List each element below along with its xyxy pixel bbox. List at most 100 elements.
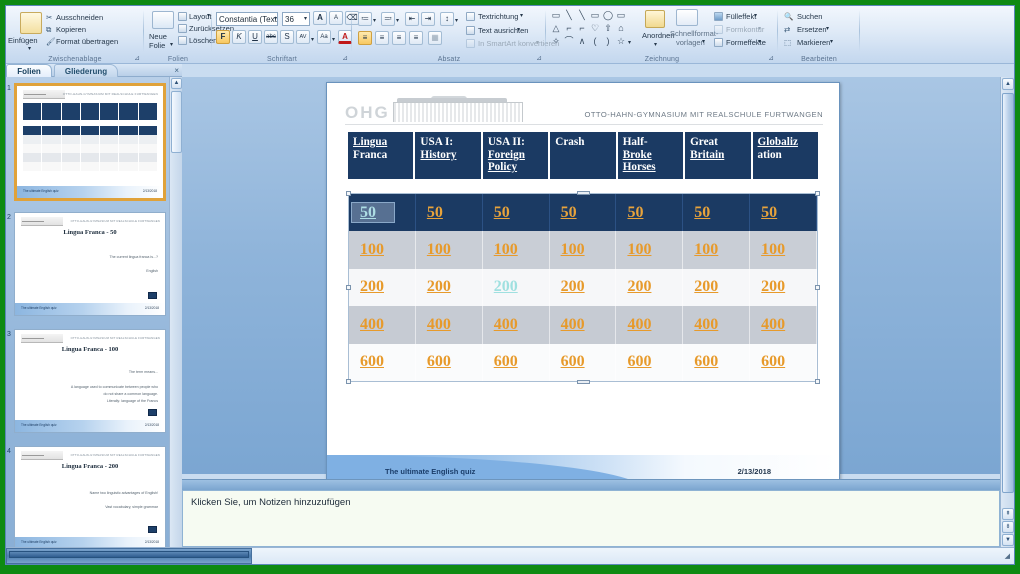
shapes-gallery-scroll-arrow[interactable]: ▾ bbox=[628, 39, 631, 48]
font-name-combo[interactable]: Constantia (Text( bbox=[216, 12, 278, 26]
score-cell-600-6[interactable]: 600 bbox=[683, 343, 751, 381]
change-case-button[interactable]: Aa bbox=[317, 30, 331, 44]
align-right-button[interactable]: ≡ bbox=[392, 31, 406, 45]
score-cell-100-6[interactable]: 100 bbox=[683, 231, 751, 269]
grid-handle-mr[interactable] bbox=[815, 284, 820, 290]
quick-styles-button[interactable] bbox=[676, 9, 698, 26]
quick-styles-label-1[interactable]: Schnellformat- bbox=[670, 29, 718, 38]
slide-thumbnail-4[interactable]: 4 OTTO-HAHN-GYMNASIUM MIT REALSCHULE FUR… bbox=[7, 446, 166, 547]
score-cell-600-5[interactable]: 600 bbox=[616, 343, 684, 381]
shape-roundrect-icon[interactable]: ▭ bbox=[615, 10, 627, 21]
score-cell-50-5[interactable]: 50 bbox=[616, 194, 684, 232]
score-cell-400-1[interactable]: 400 bbox=[349, 306, 416, 344]
previous-slide-icon[interactable]: ⇞ bbox=[1002, 508, 1014, 520]
character-spacing-arrow[interactable]: ▾ bbox=[311, 36, 314, 45]
paste-button[interactable] bbox=[20, 12, 42, 34]
shape-elbow2-icon[interactable]: ⌐ bbox=[576, 23, 588, 34]
score-cell-50-6[interactable]: 50 bbox=[683, 194, 751, 232]
shape-pentagon-icon[interactable]: ⌂ bbox=[615, 23, 627, 34]
score-cell-100-7[interactable]: 100 bbox=[750, 231, 818, 269]
text-direction-arrow[interactable]: ▾ bbox=[520, 12, 523, 21]
tab-gliederung[interactable]: Gliederung bbox=[54, 64, 118, 77]
shape-rect-icon[interactable]: ▭ bbox=[550, 10, 562, 21]
shape-lbrace-icon[interactable]: ( bbox=[589, 36, 601, 47]
new-slide-button[interactable] bbox=[152, 11, 174, 29]
tab-folien[interactable]: Folien bbox=[6, 64, 52, 77]
score-cell-400-5[interactable]: 400 bbox=[616, 306, 684, 344]
shape-elbow-icon[interactable]: ⌐ bbox=[563, 23, 575, 34]
score-cell-100-1[interactable]: 100 bbox=[349, 231, 416, 269]
line-spacing-arrow[interactable]: ▾ bbox=[455, 17, 458, 26]
grid-handle-tl[interactable] bbox=[346, 191, 351, 196]
character-spacing-button[interactable]: AV bbox=[296, 30, 310, 44]
score-cell-200-1[interactable]: 200 bbox=[349, 268, 416, 307]
paste-dropdown-arrow[interactable]: ▾ bbox=[28, 45, 31, 54]
bullets-button[interactable]: ≔ bbox=[358, 12, 372, 26]
grid-handle-tr[interactable] bbox=[815, 191, 820, 196]
shape-up-arrow-icon[interactable]: ⇧ bbox=[602, 23, 614, 34]
grid-handle-ml[interactable] bbox=[346, 284, 351, 290]
score-cell-50-3[interactable]: 50 bbox=[483, 194, 550, 232]
score-cell-600-1[interactable]: 600 bbox=[349, 343, 416, 381]
scroll-down-icon[interactable]: ▼ bbox=[1002, 534, 1014, 546]
score-cell-200-7[interactable]: 200 bbox=[750, 268, 818, 307]
align-left-button[interactable]: ≡ bbox=[358, 31, 372, 45]
next-slide-icon[interactable]: ⇟ bbox=[1002, 521, 1014, 533]
thumb-canvas-2[interactable]: OTTO-HAHN-GYMNASIUM MIT REALSCHULE FURTW… bbox=[14, 212, 166, 316]
strikethrough-button[interactable]: abc bbox=[264, 30, 278, 44]
grid-handle-top[interactable] bbox=[577, 191, 590, 195]
arrange-arrow[interactable]: ▾ bbox=[654, 41, 657, 50]
scroll-thumb[interactable] bbox=[1002, 93, 1014, 493]
slides-panel-scrollbar[interactable]: ▲ bbox=[169, 77, 182, 547]
format-painter-label[interactable]: Format übertragen bbox=[56, 37, 118, 46]
find-label[interactable]: Suchen bbox=[797, 12, 822, 21]
grid-handle-br[interactable] bbox=[815, 379, 820, 384]
close-panel-icon[interactable]: × bbox=[174, 66, 179, 75]
shape-star4-icon[interactable]: ✧ bbox=[550, 36, 562, 47]
slide-thumbnail-3[interactable]: 3 OTTO-HAHN-GYMNASIUM MIT REALSCHULE FUR… bbox=[7, 329, 166, 433]
status-bar-left-region[interactable] bbox=[6, 548, 252, 564]
shape-chevron-icon[interactable]: ∧ bbox=[576, 36, 588, 47]
columns-button[interactable]: ▦ bbox=[428, 31, 442, 45]
grid-handle-bl[interactable] bbox=[346, 379, 351, 384]
paste-label[interactable]: Einfügen bbox=[8, 36, 38, 45]
replace-label[interactable]: Ersetzen bbox=[797, 25, 827, 34]
increase-indent-button[interactable]: ⇥ bbox=[421, 12, 435, 26]
align-text-arrow[interactable]: ▾ bbox=[517, 26, 520, 35]
category-half-broke-horses[interactable]: Half- Broke Horses bbox=[617, 132, 684, 179]
select-arrow[interactable]: ▾ bbox=[830, 38, 833, 47]
paragraph-dialog-launcher[interactable]: ⊿ bbox=[536, 54, 542, 63]
quick-styles-arrow[interactable]: ▾ bbox=[702, 38, 705, 47]
shape-effects-arrow[interactable]: ▾ bbox=[758, 38, 761, 47]
score-cell-600-2[interactable]: 600 bbox=[416, 343, 483, 381]
status-bar-resize-grip[interactable]: ◢ bbox=[1005, 552, 1010, 560]
grow-font-button[interactable]: A bbox=[313, 11, 327, 25]
layout-dropdown-arrow[interactable]: ▾ bbox=[207, 12, 210, 21]
category-lingua-franca[interactable]: Lingua Franca bbox=[348, 132, 414, 179]
score-cell-600-7[interactable]: 600 bbox=[750, 343, 818, 381]
score-cell-600-3[interactable]: 600 bbox=[483, 343, 550, 381]
numbering-arrow[interactable]: ▾ bbox=[396, 17, 399, 26]
slide-thumbnail-1[interactable]: 1 OTTO-HAHN-GYMNASIUM MIT REALSCHULE FUR… bbox=[7, 83, 166, 201]
current-slide[interactable]: OHG OTTO-HAHN-GYMNASIUM MIT REALSCHULE F… bbox=[326, 82, 840, 491]
score-cell-100-4[interactable]: 100 bbox=[550, 231, 617, 269]
score-cell-200-5[interactable]: 200 bbox=[616, 268, 684, 307]
score-cell-50-4[interactable]: 50 bbox=[550, 194, 617, 232]
score-cell-50-7[interactable]: 50 bbox=[750, 194, 818, 232]
arrange-button[interactable] bbox=[645, 10, 665, 28]
replace-arrow[interactable]: ▾ bbox=[826, 25, 829, 34]
category-globalization[interactable]: Globaliz ation bbox=[752, 132, 818, 179]
slides-scroll-thumb[interactable] bbox=[171, 91, 182, 153]
thumb-canvas-4[interactable]: OTTO-HAHN-GYMNASIUM MIT REALSCHULE FURTW… bbox=[14, 446, 166, 547]
shape-arrow-icon[interactable]: ╲ bbox=[576, 10, 588, 21]
thumb-canvas-1[interactable]: OTTO-HAHN-GYMNASIUM MIT REALSCHULE FURTW… bbox=[14, 83, 166, 201]
score-cell-400-7[interactable]: 400 bbox=[750, 306, 818, 344]
font-color-button[interactable]: A bbox=[338, 30, 352, 44]
notes-pane[interactable]: Klicken Sie, um Notizen hinzuzufügen bbox=[182, 490, 1000, 547]
score-cell-200-2[interactable]: 200 bbox=[416, 268, 483, 307]
shrink-font-button[interactable]: A bbox=[329, 11, 343, 25]
shapes-gallery[interactable]: ▭ ╲ ╲ ▭ ◯ ▭ △ ⌐ ⌐ ♡ ⇧ ⌂ ✧ ⌒ ∧ ( ) ☆ bbox=[550, 10, 638, 50]
score-cell-200-6[interactable]: 200 bbox=[683, 268, 751, 307]
font-name-dropdown-arrow[interactable]: ▾ bbox=[274, 15, 277, 24]
select-label[interactable]: Markieren bbox=[797, 38, 830, 47]
